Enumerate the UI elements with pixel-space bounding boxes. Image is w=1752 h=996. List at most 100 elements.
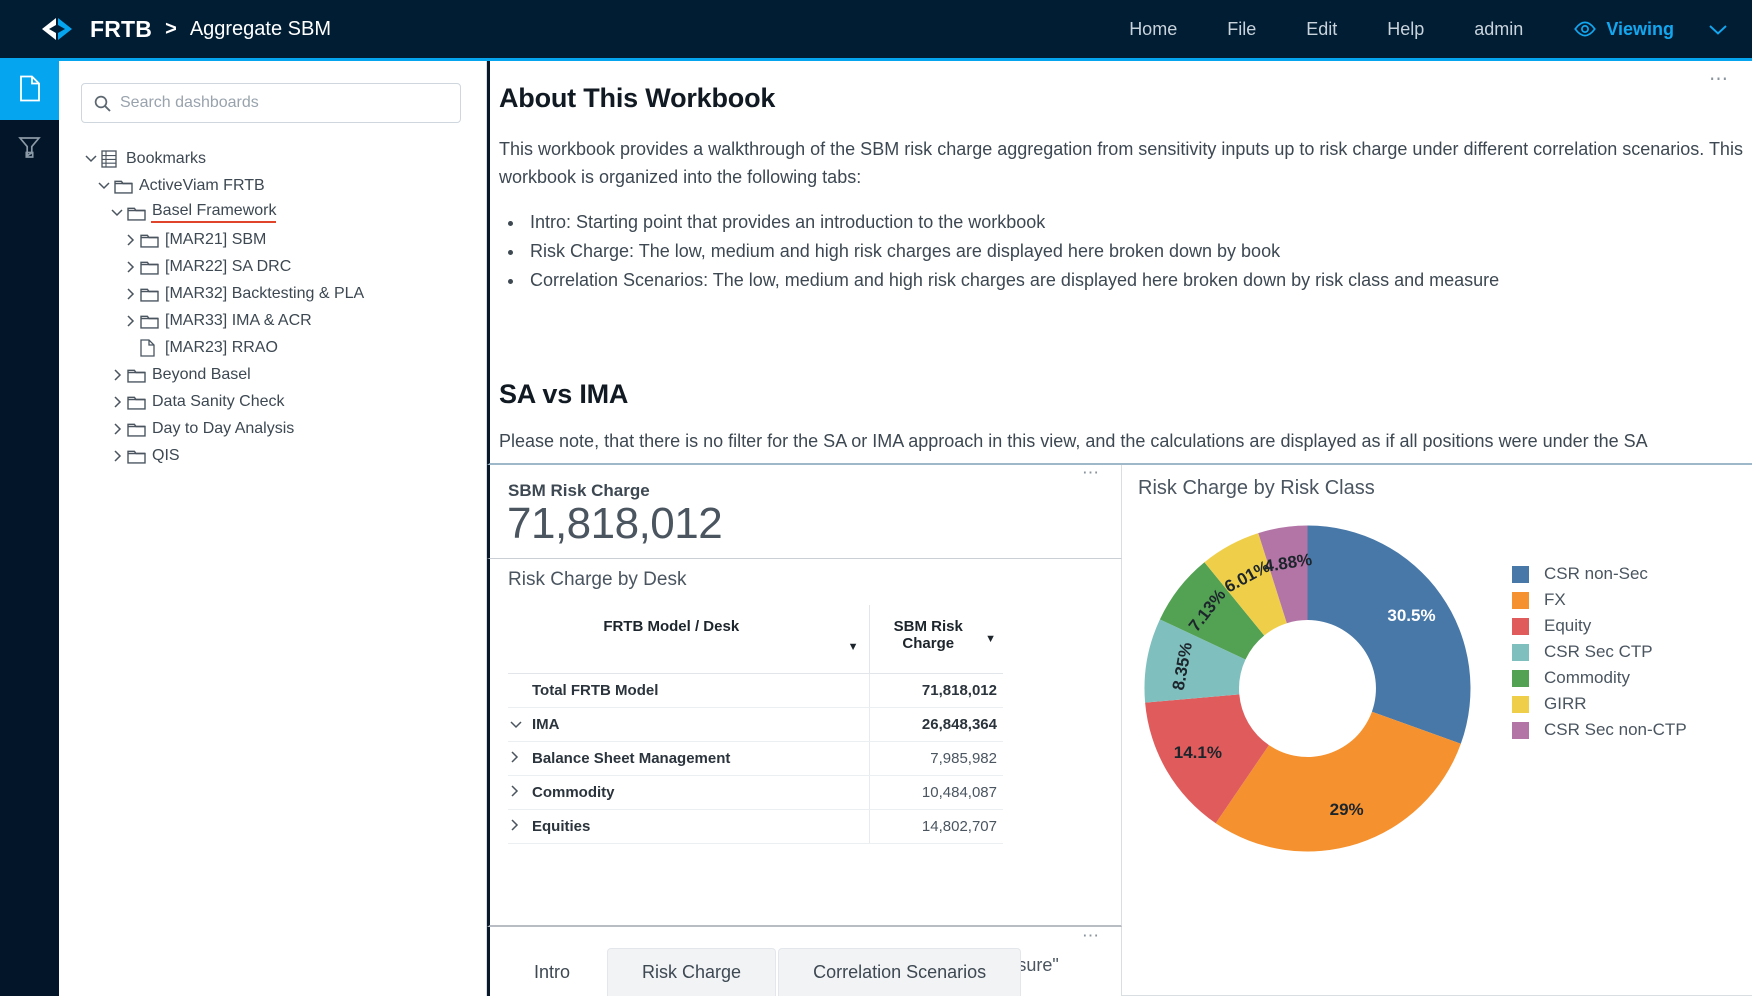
bullet-intro: Intro: Starting point that provides an i… — [525, 208, 1752, 237]
table-row[interactable]: IMA 26,848,364 — [508, 707, 1003, 742]
chevron-down-icon[interactable] — [510, 717, 532, 732]
viewing-mode-button[interactable]: Viewing — [1548, 19, 1674, 40]
chevron-right-icon[interactable] — [107, 368, 127, 381]
folder-icon — [114, 178, 138, 194]
chevron-right-icon[interactable] — [120, 233, 140, 246]
file-icon — [19, 75, 41, 107]
chevron-right-icon[interactable] — [107, 449, 127, 462]
tree-item-mar21-sbm[interactable]: [MAR21] SBM — [81, 226, 466, 253]
sa-vs-ima-pane: SA vs IMA Please note, that there is no … — [487, 379, 1752, 465]
table-cell-name: Commodity — [508, 775, 869, 810]
rail-item-filters[interactable] — [0, 120, 59, 179]
table-row[interactable]: Balance Sheet Management 7,985,982 — [508, 741, 1003, 776]
chevron-right-icon[interactable] — [120, 314, 140, 327]
sbm-risk-charge-kpi-pane: ⋯ SBM Risk Charge 71,818,012 — [487, 464, 1122, 559]
nav-item-file[interactable]: File — [1202, 0, 1281, 58]
legend-label: CSR non-Sec — [1544, 564, 1648, 583]
column-header-frtb-model-desk[interactable]: FRTB Model / Desk ▼ — [508, 605, 869, 674]
table-row[interactable]: Total FRTB Model 71,818,012 — [508, 673, 1003, 708]
tree-item-mar23-rrao[interactable]: [MAR23] RRAO — [81, 334, 466, 361]
table-cell-value: 26,848,364 — [868, 707, 1003, 742]
folder-icon — [127, 448, 151, 464]
chevron-right-icon[interactable] — [107, 422, 127, 435]
column-header-sbm-risk-charge[interactable]: SBM Risk Charge ▼ — [868, 605, 1003, 674]
legend-label: CSR Sec CTP — [1544, 642, 1653, 661]
risk-charge-by-desk-title: Risk Charge by Desk — [508, 569, 687, 590]
nav-item-admin[interactable]: admin — [1449, 0, 1548, 58]
legend-item[interactable]: FX — [1512, 587, 1687, 613]
tree-item-mar22-sa-drc[interactable]: [MAR22] SA DRC — [81, 253, 466, 280]
legend-label: Commodity — [1544, 668, 1630, 687]
tree-item-label: [MAR23] RRAO — [165, 338, 278, 356]
breadcrumb-separator: > — [165, 17, 177, 40]
main-content: ⋯ About This Workbook This workbook prov… — [487, 61, 1752, 996]
legend-item[interactable]: CSR Sec CTP — [1512, 639, 1687, 665]
chevron-right-icon[interactable] — [120, 287, 140, 300]
tree-item-beyond-basel[interactable]: Beyond Basel — [81, 361, 466, 388]
chevron-down-icon[interactable] — [94, 181, 114, 190]
sort-caret-icon[interactable]: ▼ — [848, 641, 859, 653]
tree-item-label: Day to Day Analysis — [152, 419, 295, 437]
tree-item-label: [MAR33] IMA & ACR — [165, 311, 312, 329]
kpi-overflow-menu[interactable]: ⋯ — [1082, 464, 1101, 481]
legend-swatch-icon — [1512, 669, 1529, 687]
tab-correlation-scenarios[interactable]: Correlation Scenarios — [778, 948, 1022, 996]
folder-icon — [127, 367, 151, 383]
tree-item-qis[interactable]: QIS — [81, 442, 466, 469]
about-workbook-heading: About This Workbook — [499, 83, 776, 113]
bullet-risk-charge: Risk Charge: The low, medium and high ri… — [525, 237, 1752, 266]
rail-item-dashboards[interactable] — [0, 61, 59, 120]
legend-item[interactable]: CSR non-Sec — [1512, 561, 1687, 587]
chevron-right-icon[interactable] — [107, 395, 127, 408]
tree-item-label: Data Sanity Check — [152, 392, 285, 410]
nav-item-home[interactable]: Home — [1104, 0, 1202, 58]
bullet-correlation-scenarios: Correlation Scenarios: The low, medium a… — [525, 266, 1752, 295]
legend-item[interactable]: Equity — [1512, 613, 1687, 639]
legend-swatch-icon — [1512, 617, 1529, 635]
donut-slice[interactable] — [1307, 525, 1471, 744]
tree-item-label: QIS — [152, 446, 180, 464]
table-row[interactable]: Commodity 10,484,087 — [508, 775, 1003, 810]
tree-item-activeviam-frtb[interactable]: ActiveViam FRTB — [81, 172, 466, 199]
tab-risk-charge[interactable]: Risk Charge — [607, 948, 777, 996]
chevron-right-icon[interactable] — [120, 260, 140, 273]
dashboards-sidebar: Bookmarks ActiveViam FRTB Basel Framework [… — [59, 61, 487, 996]
legend-item[interactable]: CSR Sec non-CTP — [1512, 717, 1687, 743]
chevron-down-icon[interactable] — [1674, 23, 1752, 36]
chevron-down-icon[interactable] — [107, 208, 127, 217]
chevron-right-icon[interactable] — [510, 750, 532, 766]
table-cell-name: Balance Sheet Management — [508, 741, 869, 776]
brand-block[interactable]: FRTB > Aggregate SBM — [0, 16, 331, 43]
folder-icon — [140, 232, 164, 248]
donut-chart[interactable]: 30.5% 29% 14.1% 8.35% 7.13% 6.01% 4.88% — [1140, 521, 1475, 856]
chevron-right-icon[interactable] — [510, 784, 532, 800]
table-cell-name: Total FRTB Model — [508, 673, 869, 708]
legend-label: FX — [1544, 590, 1566, 609]
chevron-right-icon[interactable] — [510, 818, 532, 834]
sa-vs-ima-heading: SA vs IMA — [499, 379, 629, 409]
risk-charge-by-desk-table: FRTB Model / Desk ▼ SBM Risk Charge ▼ To… — [508, 605, 1003, 844]
search-input[interactable] — [120, 94, 448, 112]
tab-intro[interactable]: Intro — [499, 948, 606, 996]
legend-item[interactable]: Commodity — [1512, 665, 1687, 691]
tree-item-label: [MAR22] SA DRC — [165, 257, 292, 275]
nav-item-edit[interactable]: Edit — [1281, 0, 1362, 58]
tree-item-mar33-ima-acr[interactable]: [MAR33] IMA & ACR — [81, 307, 466, 334]
breadcrumb-current: Aggregate SBM — [189, 17, 332, 40]
tree-item-data-sanity-check[interactable]: Data Sanity Check — [81, 388, 466, 415]
tree-item-day-to-day-analysis[interactable]: Day to Day Analysis — [81, 415, 466, 442]
table-cell-label: Equities — [532, 817, 591, 835]
sa-vs-ima-paragraph: Please note, that there is no filter for… — [499, 431, 1648, 451]
legend-swatch-icon — [1512, 721, 1529, 739]
chevron-down-icon[interactable] — [81, 154, 101, 163]
tree-item-mar32-backtesting-pla[interactable]: [MAR32] Backtesting & PLA — [81, 280, 466, 307]
tree-item-bookmarks[interactable]: Bookmarks — [81, 145, 466, 172]
table-row[interactable]: Equities 14,802,707 — [508, 809, 1003, 844]
tree-item-basel-framework[interactable]: Basel Framework — [81, 199, 466, 226]
legend-item[interactable]: GIRR — [1512, 691, 1687, 717]
search-dashboards-box[interactable] — [81, 83, 461, 123]
nav-item-help[interactable]: Help — [1362, 0, 1449, 58]
risk-charge-by-risk-class-pane: Risk Charge by Risk Class 30.5% 29% 14.1% 8… — [1122, 465, 1752, 996]
sort-caret-icon[interactable]: ▼ — [985, 633, 996, 645]
tree-item-label: ActiveViam FRTB — [139, 176, 265, 194]
